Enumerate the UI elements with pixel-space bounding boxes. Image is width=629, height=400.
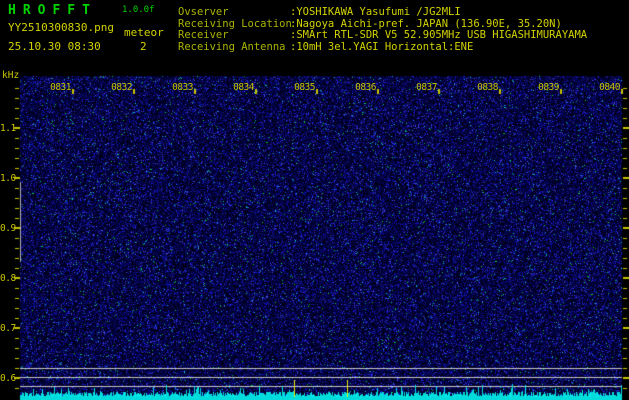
- info-label: Receiver: [178, 29, 229, 41]
- info-value: :SMArt RTL-SDR V5 52.905MHz USB HIGASHIM…: [290, 29, 588, 41]
- freq-tick-label: 1.1: [0, 123, 16, 134]
- time-tick-label: 0835: [294, 82, 315, 93]
- time-tick-label: 0840: [599, 82, 620, 93]
- info-label: Ovserver: [178, 6, 229, 18]
- freq-tick-label: 0.9: [0, 223, 16, 234]
- observer-info-block: Ovserver :YOSHIKAWA Yasufumi /JG2MLI Recei…: [178, 6, 588, 54]
- info-value: :Nagoya Aichi-pref. JAPAN (136.90E, 35.2…: [290, 17, 562, 30]
- freq-axis-unit: kHz: [2, 70, 20, 81]
- freq-tick-label: 0.6: [0, 373, 16, 384]
- app-version: 1.0.0f: [122, 5, 155, 15]
- time-tick-label: 0834: [233, 82, 254, 93]
- freq-tick-label: 1.0: [0, 173, 16, 184]
- time-tick-label: 0838: [477, 82, 498, 93]
- time-tick-label: 0832: [111, 82, 132, 93]
- time-tick-label: 0831: [50, 82, 71, 93]
- time-tick-label: 0837: [416, 82, 437, 93]
- spectrogram-canvas: [0, 0, 629, 400]
- info-row: Receiving Antenna :10mH 3el.YAGI Horizont…: [178, 40, 587, 54]
- time-tick-label: 0836: [355, 82, 376, 93]
- observation-datetime: 25.10.30 08:30: [8, 40, 101, 53]
- info-label: Receiving Antenna: [178, 40, 286, 53]
- output-filename: YY2510300830.png: [8, 21, 114, 34]
- freq-tick-label: 0.8: [0, 273, 16, 284]
- mode-label: meteor: [124, 26, 164, 39]
- time-tick-label: 0839: [538, 82, 559, 93]
- time-tick-label: 0833: [172, 82, 193, 93]
- info-value: :10mH 3el.YAGI Horizontal:ENE: [290, 40, 474, 53]
- meteor-count: 2: [140, 40, 147, 53]
- info-value: :YOSHIKAWA Yasufumi /JG2MLI: [290, 6, 461, 18]
- freq-tick-label: 0.7: [0, 323, 16, 334]
- app-title: HROFFT: [8, 3, 97, 18]
- hrofft-screen: HROFFT 1.0.0f YY2510300830.png meteor 25…: [0, 0, 629, 400]
